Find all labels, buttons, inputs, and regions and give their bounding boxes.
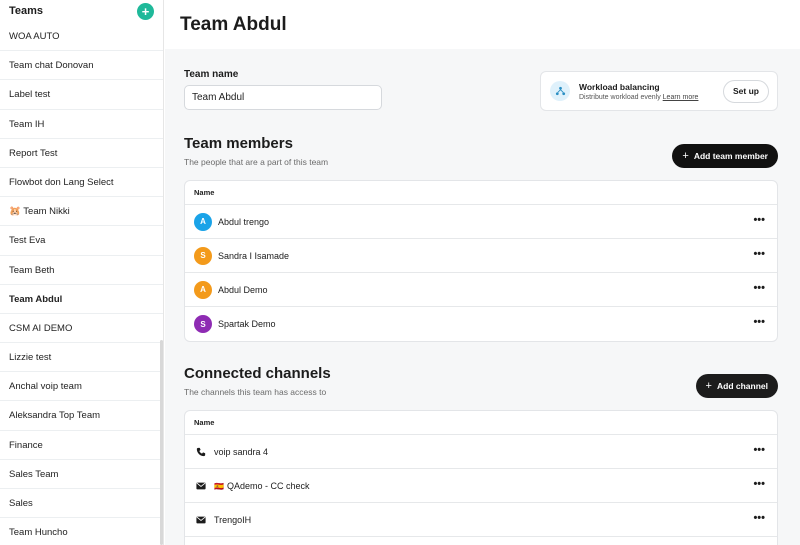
member-name: Sandra I Isamade [218,250,290,261]
workload-balancing-card: Workload balancing Distribute workload e… [540,71,778,111]
member-name: Abdul Demo [218,284,268,295]
teams-list: WOA AUTO Team chat Donovan Label test Te… [0,22,163,545]
workload-balancing-icon [550,81,570,101]
title-bar: Team Abdul [165,0,800,49]
table-row[interactable]: S Spartak Demo ••• [185,307,777,341]
workload-balancing-description: Distribute workload evenly Learn more [579,94,723,101]
more-options-icon[interactable]: ••• [753,478,765,490]
mail-icon [194,482,208,490]
sidebar-header: Teams + [0,0,163,22]
avatar: A [194,212,212,231]
table-row[interactable]: A Abdul Demo ••• [185,273,777,307]
sidebar-scrollbar[interactable] [160,340,163,545]
table-row[interactable] [185,537,777,545]
workload-description-text: Distribute workload evenly [579,93,661,101]
main-panel: Team Abdul Team name Team Abdul Workload… [165,0,800,545]
set-up-button[interactable]: Set up [723,79,769,103]
table-row[interactable]: A Abdul trengo ••• [185,205,777,239]
workload-balancing-title: Workload balancing [579,81,660,92]
sidebar-item[interactable]: WOA AUTO [0,22,163,52]
sidebar-item[interactable]: Sales [0,489,163,519]
teams-sidebar: Teams + WOA AUTO Team chat Donovan Label… [0,0,164,545]
sidebar-item[interactable]: CSM AI DEMO [0,314,163,344]
sidebar-item[interactable]: Flowbot don Lang Select [0,168,163,198]
plus-icon: + [682,150,689,162]
add-channel-label: Add channel [716,381,768,391]
add-team-member-label: Add team member [693,151,768,161]
phone-icon [194,447,208,457]
team-name-input[interactable]: Team Abdul [184,85,382,110]
sidebar-item[interactable]: Team Beth [0,256,163,285]
channel-name: 🇪🇸 QAdemo - CC check [214,481,310,491]
channel-name: voip sandra 4 [214,446,269,457]
page-title: Team Abdul [180,13,287,35]
table-row[interactable]: S Sandra I Isamade ••• [185,239,777,273]
sidebar-item[interactable]: Sales Team [0,460,163,489]
sidebar-item[interactable]: Team Huncho [0,518,163,545]
member-name: Abdul trengo [218,216,270,227]
sidebar-title: Teams [9,5,44,17]
connected-channels-table: Name voip sandra 4 ••• 🇪🇸 QAdemo - CC che… [184,410,778,545]
team-members-subtitle: The people that are a part of this team [184,157,329,167]
workload-balancing-text: Workload balancing Distribute workload e… [579,82,723,101]
add-channel-button[interactable]: + Add channel [695,374,778,398]
connected-channels-subtitle: The channels this team has access to [184,387,327,397]
add-team-member-button[interactable]: + Add team member [672,144,778,168]
avatar: S [194,246,212,265]
more-options-icon[interactable]: ••• [753,248,765,260]
table-row[interactable]: TrengoIH ••• [185,503,777,537]
sidebar-item[interactable]: Test Eva [0,226,163,256]
sidebar-item[interactable]: 🐹 Team Nikki [0,197,163,227]
table-row[interactable]: voip sandra 4 ••• [185,435,777,469]
flag-icon: 🇪🇸 [214,481,224,491]
connected-channels-title: Connected channels [184,365,331,382]
team-name-label: Team name [184,69,239,80]
more-options-icon[interactable]: ••• [753,512,765,524]
more-options-icon[interactable]: ••• [753,214,765,226]
sidebar-item[interactable]: Anchal voip team [0,372,163,402]
learn-more-link[interactable]: Learn more [663,94,699,101]
sidebar-item[interactable]: Team IH [0,110,163,139]
add-team-plus-icon[interactable]: + [137,2,154,20]
mail-icon [194,516,208,524]
channel-name: TrengoIH [214,514,252,525]
table-header-name: Name [185,411,777,435]
sidebar-item[interactable]: Aleksandra Top Team [0,401,163,431]
sidebar-item[interactable]: Team chat Donovan [0,51,163,81]
avatar: A [194,280,212,299]
member-name: Spartak Demo [218,319,276,329]
sidebar-item[interactable]: Label test [0,80,163,110]
sidebar-item[interactable]: Report Test [0,139,163,168]
sidebar-item[interactable]: Lizzie test [0,343,163,373]
more-options-icon[interactable]: ••• [753,316,765,328]
channel-name-text: QAdemo - CC check [226,480,310,491]
more-options-icon[interactable]: ••• [753,444,765,456]
avatar: S [194,315,212,333]
more-options-icon[interactable]: ••• [753,282,765,294]
plus-icon: + [705,380,712,392]
table-header-name: Name [185,181,777,205]
sidebar-item[interactable]: Finance [0,431,163,460]
table-row[interactable]: 🇪🇸 QAdemo - CC check ••• [185,469,777,503]
team-members-title: Team members [184,135,293,152]
sidebar-item-active[interactable]: Team Abdul [0,285,163,314]
team-members-table: Name A Abdul trengo ••• S Sandra I Isama… [184,180,778,342]
